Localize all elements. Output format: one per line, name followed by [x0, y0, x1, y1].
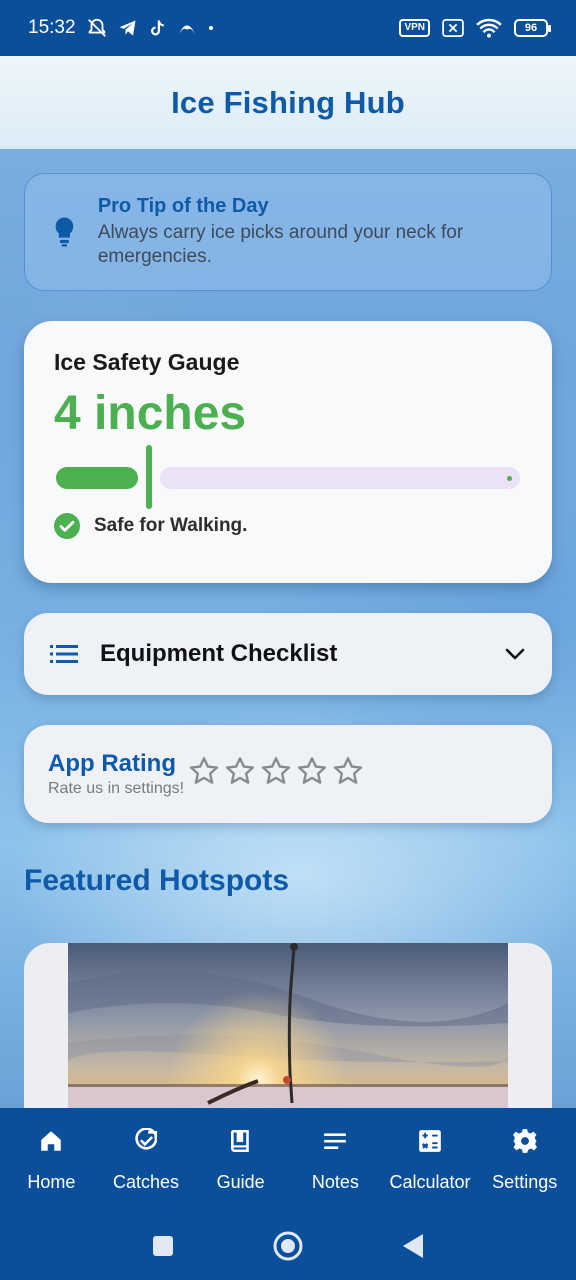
recent-apps-icon[interactable] — [152, 1235, 174, 1257]
rating-subtitle: Rate us in settings! — [48, 780, 185, 797]
tip-text: Always carry ice picks around your neck … — [97, 222, 464, 267]
nav-item-catches[interactable]: Catches — [99, 1127, 194, 1193]
battery-icon: 96 — [514, 19, 551, 37]
checklist-label: Equipment Checklist — [100, 640, 338, 667]
featured-hotspots-heading: Featured Hotspots — [24, 864, 290, 897]
status-time: 15:32 — [28, 17, 76, 38]
book-icon — [230, 1129, 249, 1152]
ice-thickness-slider[interactable] — [54, 445, 522, 509]
tiktok-icon — [148, 18, 166, 38]
telegram-icon — [118, 18, 138, 38]
slider-inactive-track — [160, 467, 520, 489]
nav-label: Notes — [311, 1171, 359, 1192]
gauge-title: Ice Safety Gauge — [54, 349, 240, 375]
slider-end-dot — [507, 476, 512, 481]
nav-item-guide[interactable]: Guide — [193, 1128, 288, 1193]
main-content[interactable]: Ice Fishing Hub Pro Tip of the Day Alway… — [0, 56, 576, 1108]
catches-icon — [135, 1127, 158, 1150]
wifi-icon — [476, 18, 502, 38]
nav-label: Guide — [216, 1171, 265, 1192]
back-icon[interactable] — [402, 1233, 424, 1259]
lightbulb-icon — [55, 217, 74, 247]
check-circle-icon — [54, 513, 80, 539]
vpn-badge: VPN — [399, 19, 430, 37]
ice-safety-gauge-card: Ice Safety Gauge 4 inches Safe for Walki… — [24, 321, 552, 583]
nav-item-calculator[interactable]: Calculator — [383, 1128, 478, 1193]
nav-item-settings[interactable]: Settings — [477, 1128, 572, 1193]
hotspot-image — [68, 943, 508, 1108]
nav-label: Catches — [112, 1171, 180, 1192]
nav-label: Home — [27, 1171, 76, 1192]
gear-icon — [512, 1128, 537, 1153]
gauge-value: 4 inches — [54, 387, 247, 440]
list-icon — [50, 645, 78, 663]
app-rating-card: App Rating Rate us in settings! — [24, 725, 552, 823]
star-icon[interactable] — [224, 755, 256, 787]
star-icon[interactable] — [188, 755, 220, 787]
mute-icon — [86, 17, 108, 39]
star-icon[interactable] — [332, 755, 364, 787]
nav-item-home[interactable]: Home — [4, 1128, 99, 1193]
slider-thumb[interactable] — [146, 445, 152, 509]
hotspot-card[interactable] — [24, 943, 552, 1108]
chevron-down-icon[interactable] — [504, 647, 526, 661]
gauge-status: Safe for Walking. — [54, 513, 522, 539]
home-button-icon[interactable] — [272, 1230, 304, 1262]
star-icon[interactable] — [296, 755, 328, 787]
page-title: Ice Fishing Hub — [171, 84, 405, 120]
slider-active-track — [56, 467, 138, 489]
notes-icon — [324, 1132, 347, 1149]
pro-tip-card: Pro Tip of the Day Always carry ice pick… — [24, 173, 552, 291]
star-rating[interactable] — [188, 755, 364, 787]
equipment-checklist-toggle[interactable]: Equipment Checklist — [24, 613, 552, 695]
no-sim-icon — [442, 19, 464, 37]
more-notifications-icon — [208, 25, 214, 31]
app-header: Ice Fishing Hub — [0, 56, 576, 149]
tip-title: Pro Tip of the Day — [97, 195, 269, 217]
bottom-navigation: Home Catches Guide Notes Calculator Sett… — [0, 1108, 576, 1212]
gauge-status-text: Safe for Walking. — [94, 515, 248, 536]
status-bar: 15:32 VPN 96 — [0, 0, 576, 56]
system-navigation-bar — [0, 1212, 576, 1280]
star-icon[interactable] — [260, 755, 292, 787]
app-notification-icon — [176, 18, 198, 38]
nav-item-notes[interactable]: Notes — [288, 1128, 383, 1193]
home-icon — [41, 1130, 62, 1151]
nav-label: Calculator — [389, 1171, 471, 1192]
rating-title: App Rating — [48, 750, 176, 777]
battery-level: 96 — [524, 22, 538, 34]
nav-label: Settings — [492, 1171, 558, 1192]
calculator-icon — [419, 1129, 441, 1152]
